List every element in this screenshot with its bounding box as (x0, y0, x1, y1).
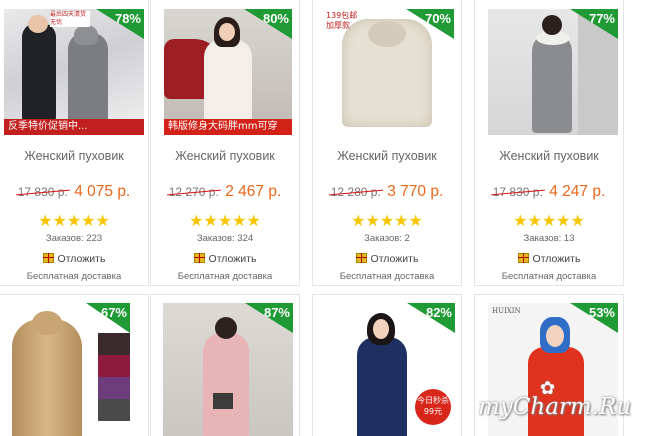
price-block: 12 270 р. 2 467 р. (151, 183, 299, 201)
image-caption: 韩版修身大码胖mm可穿 (164, 119, 292, 135)
product-image[interactable]: 87% (163, 303, 293, 436)
product-grid: 最后四天清货无忧 反季特价促销中... 78% Женский пуховик … (0, 0, 650, 436)
shipping-info: Бесплатная доставка (501, 271, 597, 282)
product-image[interactable]: 最后四天清货无忧 反季特价促销中... 78% (4, 9, 144, 135)
defer-button[interactable]: Отложить (313, 253, 461, 265)
shipping-info: Бесплатная доставка (177, 271, 273, 282)
product-card[interactable]: 韩版修身大码胖mm可穿 80% Женский пуховик 12 270 р… (150, 0, 300, 286)
product-card[interactable]: 67% (0, 294, 149, 436)
defer-button[interactable]: Отложить (475, 253, 623, 265)
defer-button[interactable]: Отложить (151, 253, 299, 265)
price-block: 17 830 р. 4 075 р. (0, 183, 148, 201)
product-image[interactable]: 67% (6, 303, 130, 436)
old-price: 12 280 р. (330, 185, 381, 199)
rating-stars: ★★★★★ (38, 213, 110, 230)
gift-icon (193, 253, 205, 263)
defer-label: Отложить (370, 253, 419, 265)
new-price: 3 770 р. (387, 183, 444, 200)
order-count: Заказов: 2 (364, 233, 410, 244)
promo-tag: 139包邮 加厚款 (326, 11, 358, 30)
watermark: myCharm.Ru (478, 394, 632, 420)
product-card[interactable]: 77% Женский пуховик 17 830 р. 4 247 р. ★… (474, 0, 624, 286)
product-image[interactable]: 77% (488, 9, 618, 135)
brand-label: HUIXIN (492, 307, 521, 315)
rating-stars: ★★★★★ (351, 213, 423, 230)
defer-label: Отложить (532, 253, 581, 265)
defer-button[interactable]: Отложить (0, 253, 148, 265)
defer-label: Отложить (208, 253, 257, 265)
product-image[interactable]: 139包邮 加厚款 70% (324, 9, 454, 135)
order-count: Заказов: 324 (196, 233, 254, 244)
product-card[interactable]: 87% (150, 294, 300, 436)
new-price: 4 247 р. (549, 183, 606, 200)
product-image[interactable]: 今日秒杀 99元 82% (323, 303, 455, 436)
shipping-info: Бесплатная доставка (339, 271, 435, 282)
product-image[interactable]: 韩版修身大码胖mm可穿 80% (164, 9, 292, 135)
rating-stars: ★★★★★ (513, 213, 585, 230)
old-price: 17 830 р. (492, 185, 543, 199)
product-title[interactable]: Женский пуховик (313, 149, 461, 163)
product-title[interactable]: Женский пуховик (0, 149, 148, 163)
gift-icon (517, 253, 529, 263)
product-card[interactable]: 今日秒杀 99元 82% (312, 294, 462, 436)
order-count: Заказов: 223 (45, 233, 103, 244)
price-block: 17 830 р. 4 247 р. (475, 183, 623, 201)
price-sticker: 今日秒杀 99元 (415, 389, 451, 425)
new-price: 2 467 р. (225, 183, 282, 200)
gift-icon (355, 253, 367, 263)
new-price: 4 075 р. (74, 183, 131, 200)
old-price: 12 270 р. (168, 185, 219, 199)
gift-icon (42, 253, 54, 263)
promo-tag: 最后四天清货无忧 (50, 11, 90, 27)
product-title[interactable]: Женский пуховик (151, 149, 299, 163)
old-price: 17 830 р. (17, 185, 68, 199)
product-card[interactable]: 139包邮 加厚款 70% Женский пуховик 12 280 р. … (312, 0, 462, 286)
price-block: 12 280 р. 3 770 р. (313, 183, 461, 201)
product-title[interactable]: Женский пуховик (475, 149, 623, 163)
defer-label: Отложить (57, 253, 106, 265)
product-card[interactable]: 最后四天清货无忧 反季特价促销中... 78% Женский пуховик … (0, 0, 149, 286)
order-count: Заказов: 13 (523, 233, 575, 244)
image-caption: 反季特价促销中... (4, 119, 144, 135)
shipping-info: Бесплатная доставка (26, 271, 122, 282)
rating-stars: ★★★★★ (189, 213, 261, 230)
